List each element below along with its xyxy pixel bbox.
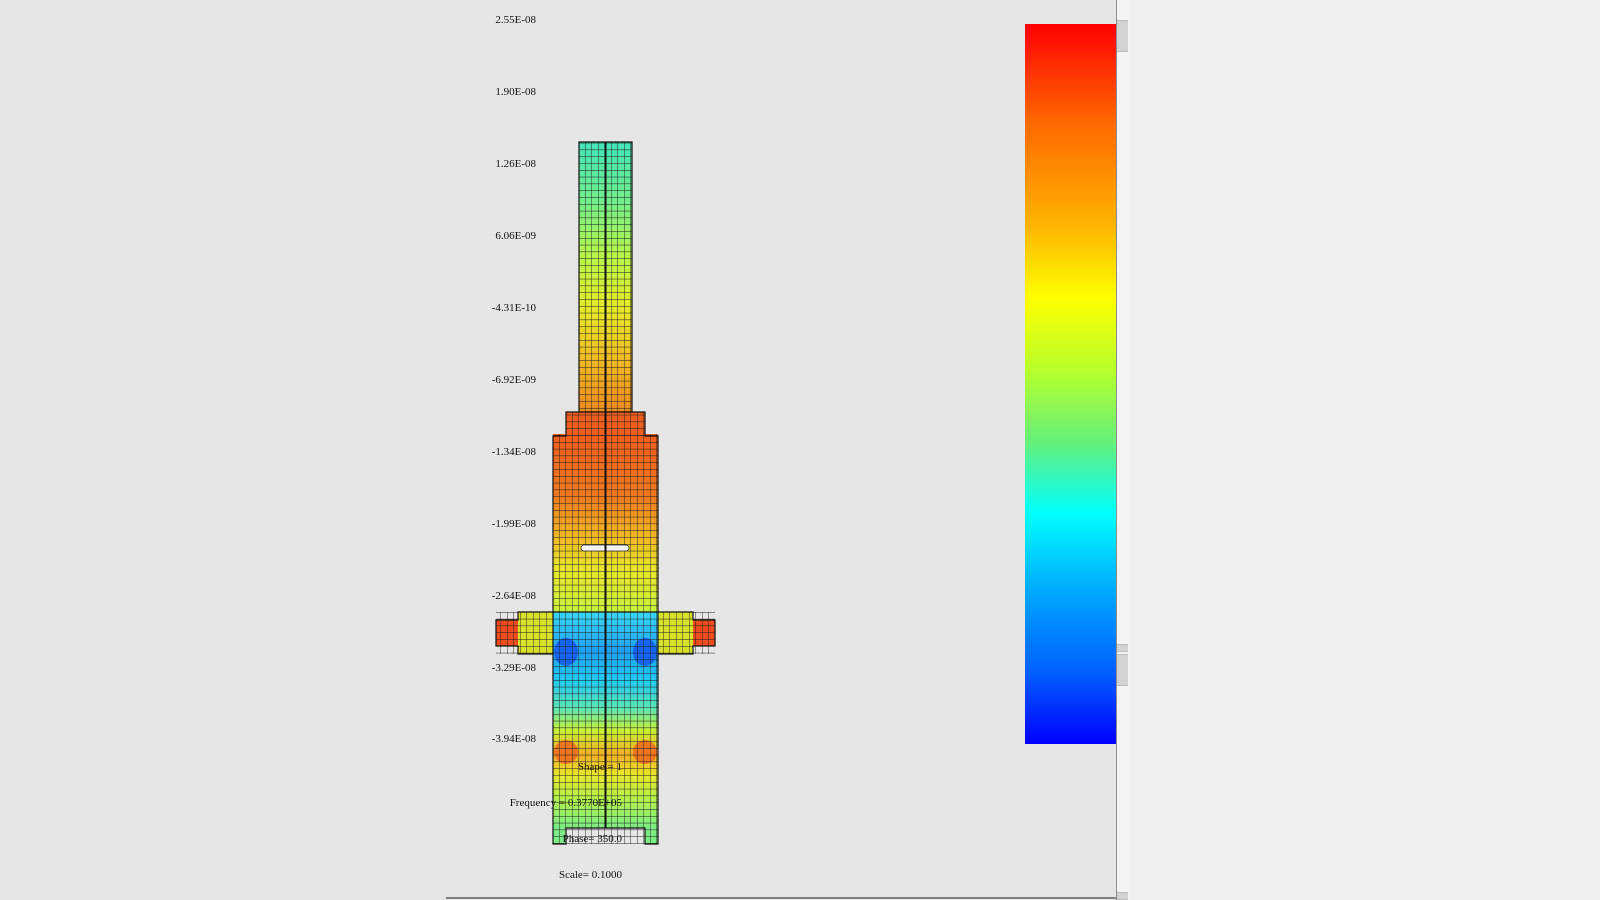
splitter-bar[interactable] — [1116, 0, 1129, 900]
colorbar-tick: -2.64E-08 — [491, 590, 536, 602]
shape-label: Shape = 1 — [577, 761, 622, 773]
colorbar-tick: 1.90E-08 — [495, 86, 536, 98]
colorbar-tick: 1.26E-08 — [495, 158, 536, 170]
colorbar-tick: -4.31E-10 — [491, 302, 536, 314]
right-flange — [656, 611, 716, 655]
colorbar-tick: -1.34E-08 — [491, 446, 536, 458]
colorbar-tick: -1.99E-08 — [491, 518, 536, 530]
colorbar-tick: 6.06E-09 — [495, 230, 536, 242]
splitter-thumb-lower[interactable] — [1117, 654, 1128, 686]
phase-label: Phase= 350.0 — [562, 833, 622, 845]
frequency-label: Frequency = 0.3770E+05 — [509, 797, 622, 809]
right-empty-pane — [1129, 0, 1600, 900]
splitter-thumb-bottom[interactable] — [1117, 892, 1128, 900]
colorbar-tick: -6.92E-09 — [491, 374, 536, 386]
color-legend-bar — [1025, 24, 1117, 744]
colorbar-tick: -3.94E-08 — [491, 733, 536, 745]
splitter-thumb-mid[interactable] — [1117, 644, 1128, 652]
viewport-bottom-border — [446, 897, 1116, 899]
colorbar-tick: -3.29E-08 — [491, 662, 536, 674]
scale-label: Scale= 0.1000 — [558, 869, 622, 881]
fem-mesh-contour-plot — [495, 141, 716, 845]
mesh-viewport[interactable]: 2.55E-08 1.90E-08 1.26E-08 6.06E-09 -4.3… — [0, 0, 1117, 900]
left-flange — [495, 611, 555, 655]
colorbar-tick: 2.55E-08 — [495, 14, 536, 26]
splitter-thumb-top[interactable] — [1117, 20, 1128, 52]
